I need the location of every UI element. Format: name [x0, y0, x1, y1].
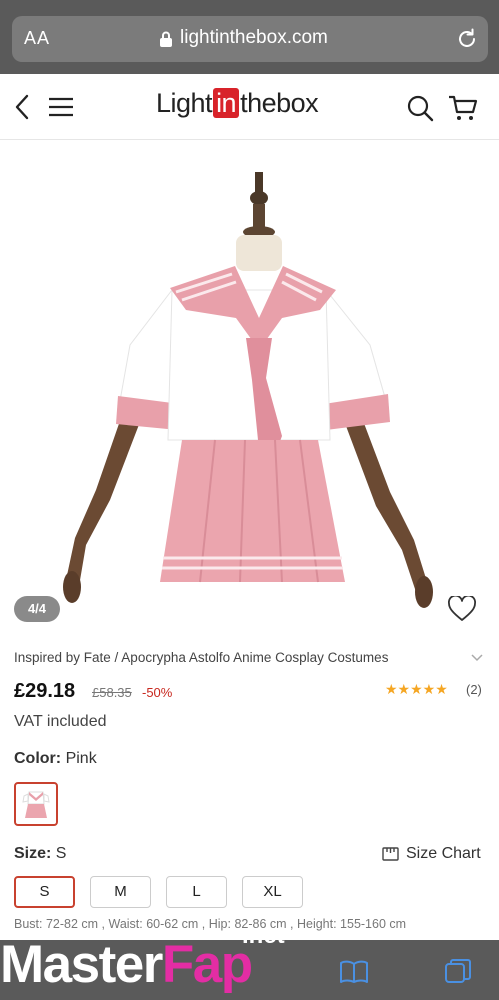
star-rating-icon[interactable]: ★★★★★: [385, 681, 448, 698]
swatch-thumbnail: [22, 791, 50, 818]
current-price: £29.18: [14, 680, 76, 702]
site-header: Light in thebox: [0, 74, 499, 140]
watermark-fap: Fap: [161, 935, 253, 994]
tabs-icon[interactable]: [444, 958, 472, 986]
color-label: Color: Pink: [14, 750, 97, 768]
image-counter: 4/4: [14, 596, 60, 622]
logo-thebox: thebox: [240, 88, 319, 118]
reload-icon[interactable]: [456, 28, 478, 50]
chevron-down-icon[interactable]: [470, 652, 484, 664]
cart-icon[interactable]: [448, 94, 478, 122]
url-text[interactable]: lightinthebox.com: [180, 27, 328, 49]
product-image[interactable]: [0, 140, 499, 640]
size-option-xl[interactable]: XL: [242, 876, 303, 908]
menu-icon[interactable]: [48, 96, 74, 118]
size-chart-link[interactable]: Size Chart: [382, 845, 481, 863]
watermark-master: Master: [0, 935, 163, 994]
product-title: Inspired by Fate / Apocrypha Astolfo Ani…: [14, 650, 389, 665]
size-option-s[interactable]: S: [14, 876, 75, 908]
heart-icon[interactable]: [448, 596, 476, 622]
bookmarks-icon[interactable]: [339, 960, 369, 984]
size-label-text: Size:: [14, 845, 52, 862]
watermark-net: .net: [242, 922, 285, 949]
size-label: Size: S: [14, 845, 66, 863]
color-value: Pink: [65, 750, 97, 767]
logo-in: in: [213, 88, 240, 118]
size-dimensions: Bust: 72-82 cm , Waist: 60-62 cm , Hip: …: [14, 917, 407, 931]
color-label-text: Color:: [14, 750, 62, 767]
size-value: S: [55, 845, 67, 862]
size-option-l[interactable]: L: [166, 876, 227, 908]
site-logo[interactable]: Light in thebox: [156, 88, 319, 119]
back-arrow-icon[interactable]: [14, 94, 30, 120]
size-chart-label[interactable]: Size Chart: [406, 845, 481, 862]
watermark: MasterFap .net: [0, 922, 285, 995]
vat-note: VAT included: [14, 713, 107, 730]
costume-illustration: [63, 172, 433, 608]
address-bar[interactable]: AA lightinthebox.com: [12, 16, 488, 62]
text-size-button[interactable]: AA: [24, 28, 50, 49]
ruler-icon: [382, 847, 399, 861]
discount-badge: -50%: [142, 685, 173, 700]
browser-toolbar: AA lightinthebox.com: [0, 0, 499, 74]
original-price: £58.35: [92, 685, 132, 700]
color-swatch-pink[interactable]: [14, 782, 58, 826]
search-icon[interactable]: [406, 94, 434, 122]
review-count[interactable]: (2): [466, 682, 482, 697]
size-option-m[interactable]: M: [90, 876, 151, 908]
lock-icon: [160, 31, 172, 47]
logo-light: Light: [156, 88, 213, 118]
